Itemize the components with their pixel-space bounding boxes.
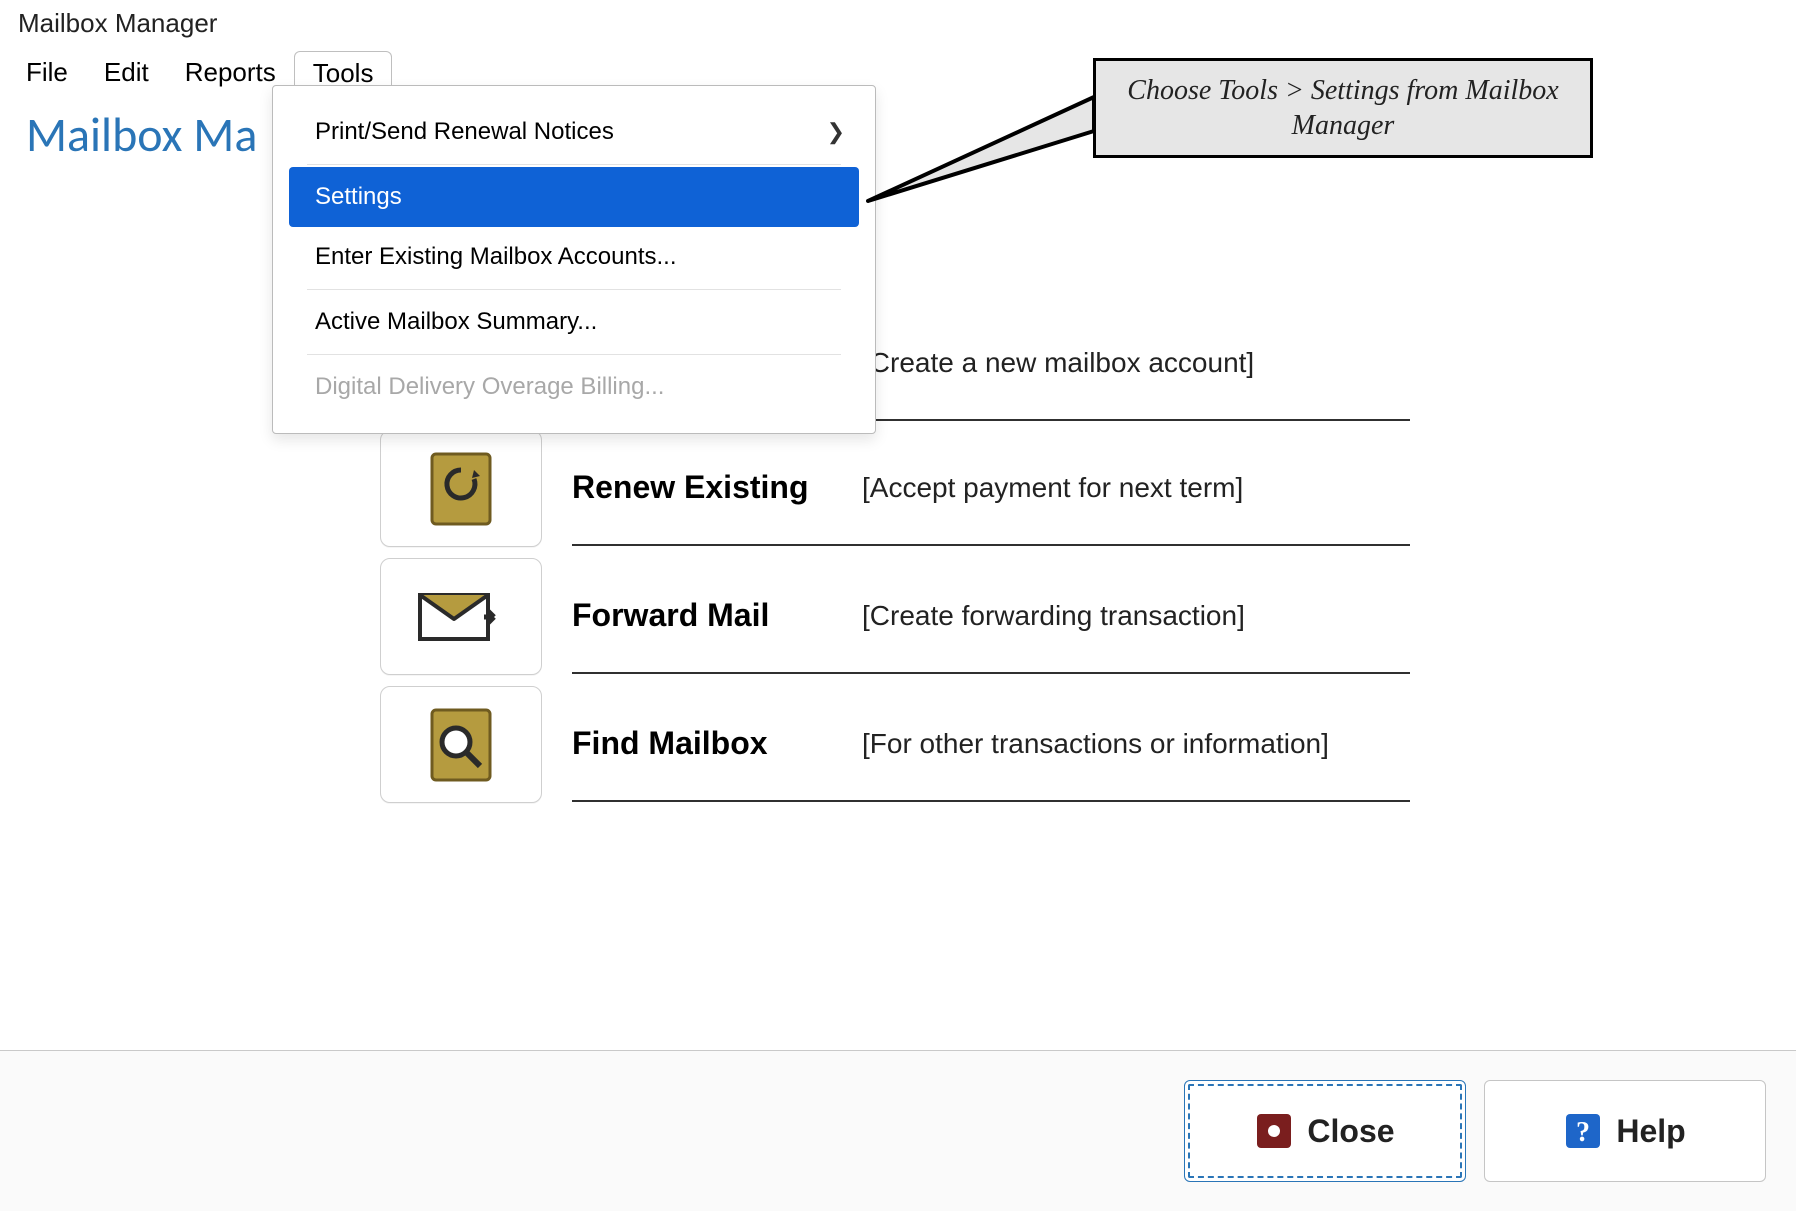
menu-item-enter-existing[interactable]: Enter Existing Mailbox Accounts... xyxy=(279,227,869,287)
menu-item-digital-billing: Digital Delivery Overage Billing... xyxy=(279,357,869,417)
action-row-forward: Forward Mail [Create forwarding transact… xyxy=(380,558,1410,675)
action-row-text: Find Mailbox [For other transactions or … xyxy=(572,687,1410,802)
close-button[interactable]: Close xyxy=(1184,1080,1466,1182)
renew-icon-button[interactable] xyxy=(380,430,542,547)
menu-item-print-send-renewal[interactable]: Print/Send Renewal Notices ❯ xyxy=(279,102,869,162)
menu-item-label: Active Mailbox Summary... xyxy=(315,308,597,336)
menu-item-active-summary[interactable]: Active Mailbox Summary... xyxy=(279,292,869,352)
menu-edit[interactable]: Edit xyxy=(86,51,167,96)
callout-text: Choose Tools > Settings from Mailbox Man… xyxy=(1120,73,1566,143)
envelope-forward-icon xyxy=(416,587,506,647)
menu-item-label: Digital Delivery Overage Billing... xyxy=(315,373,664,401)
menu-separator xyxy=(307,289,841,290)
footer: Close ? Help xyxy=(0,1050,1796,1211)
action-row-renew: Renew Existing [Accept payment for next … xyxy=(380,430,1410,547)
window-title: Mailbox Manager xyxy=(0,0,1796,41)
action-row-text: Forward Mail [Create forwarding transact… xyxy=(572,559,1410,674)
close-icon xyxy=(1255,1112,1293,1150)
menu-separator xyxy=(307,164,841,165)
action-title: Renew Existing xyxy=(572,469,862,506)
callout-box: Choose Tools > Settings from Mailbox Man… xyxy=(1093,58,1593,158)
action-description: [Create forwarding transaction] xyxy=(862,600,1245,632)
action-title: Find Mailbox xyxy=(572,725,862,762)
search-book-icon xyxy=(426,706,496,784)
tools-dropdown: Print/Send Renewal Notices ❯ Settings En… xyxy=(272,85,876,434)
menu-item-label: Settings xyxy=(315,183,402,211)
recycle-book-icon xyxy=(426,450,496,528)
svg-text:?: ? xyxy=(1576,1117,1590,1148)
callout-pointer-icon xyxy=(862,95,1102,265)
menu-item-settings[interactable]: Settings xyxy=(289,167,859,227)
menu-separator xyxy=(307,354,841,355)
action-description: [Accept payment for next term] xyxy=(862,472,1243,504)
help-label: Help xyxy=(1616,1113,1685,1150)
menu-item-label: Print/Send Renewal Notices xyxy=(315,118,614,146)
action-description: [For other transactions or information] xyxy=(862,728,1329,760)
help-icon: ? xyxy=(1564,1112,1602,1150)
forward-icon-button[interactable] xyxy=(380,558,542,675)
menu-item-label: Enter Existing Mailbox Accounts... xyxy=(315,243,677,271)
action-row-text: Renew Existing [Accept payment for next … xyxy=(572,431,1410,546)
menu-file[interactable]: File xyxy=(8,51,86,96)
page-title: Mailbox Ma xyxy=(26,105,257,164)
action-description: [Create a new mailbox account] xyxy=(862,347,1254,379)
help-button[interactable]: ? Help xyxy=(1484,1080,1766,1182)
action-title: Forward Mail xyxy=(572,597,862,634)
action-row-find: Find Mailbox [For other transactions or … xyxy=(380,686,1410,803)
find-icon-button[interactable] xyxy=(380,686,542,803)
chevron-right-icon: ❯ xyxy=(827,119,845,145)
close-label: Close xyxy=(1307,1113,1394,1150)
